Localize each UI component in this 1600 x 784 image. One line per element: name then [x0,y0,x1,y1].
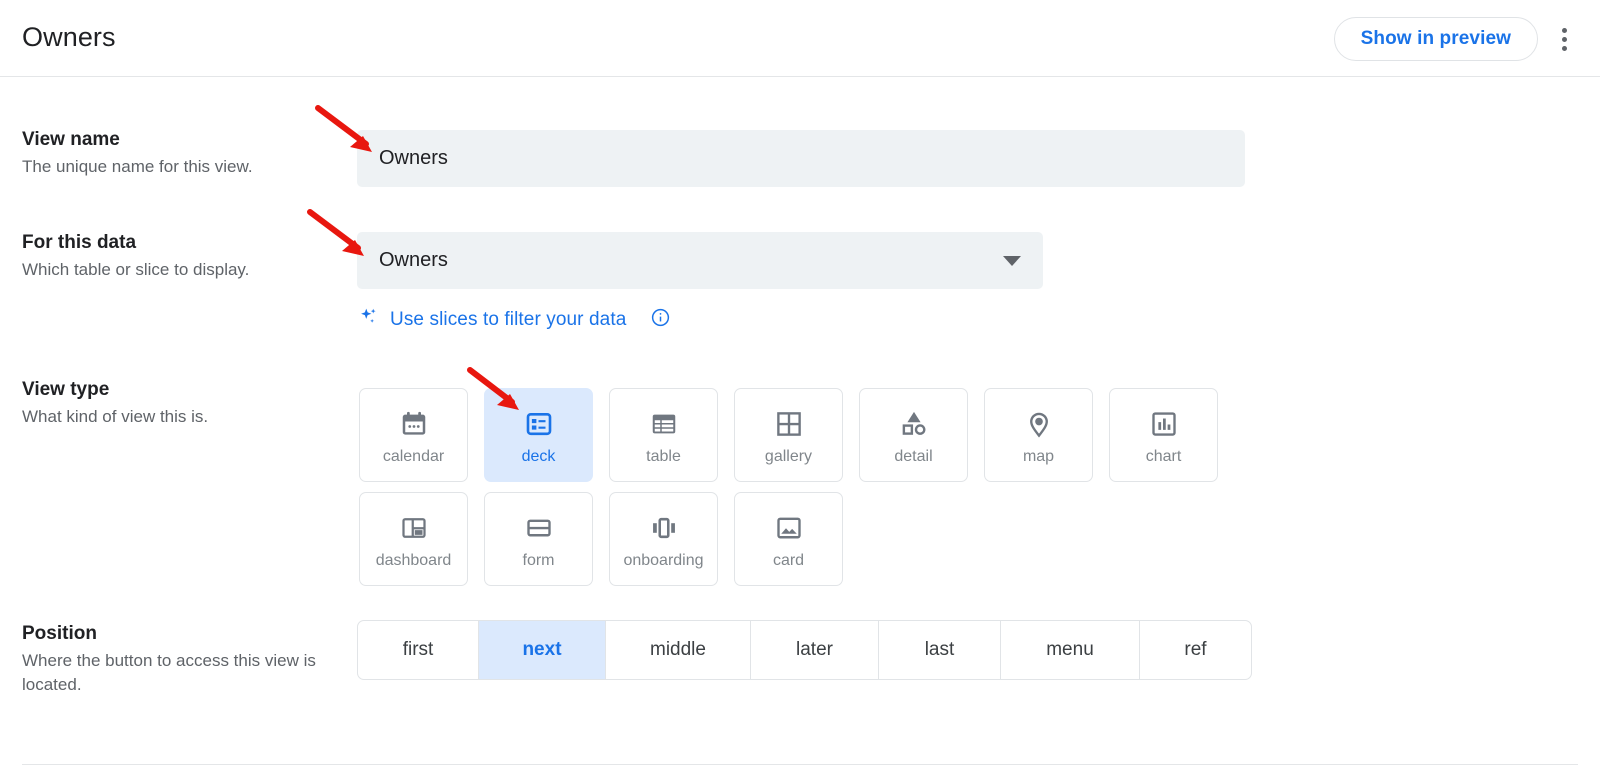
view-type-label: View type [22,378,342,402]
gallery-icon [774,404,804,444]
info-circle-icon[interactable] [650,307,671,334]
position-option-later[interactable]: later [751,621,879,679]
show-in-preview-button[interactable]: Show in preview [1334,17,1538,61]
view-name-label: View name [22,128,342,152]
view-type-label-detail: detail [894,448,932,466]
view-type-tile-deck[interactable]: deck [484,388,593,482]
more-vert-icon[interactable] [1548,20,1580,58]
position-option-middle[interactable]: middle [606,621,751,679]
view-name-label-group: View name The unique name for this view. [22,128,342,179]
view-type-label-chart: chart [1146,448,1182,466]
sparkle-icon [358,306,380,334]
position-segmented-control: first next middle later last menu ref [357,620,1252,680]
position-option-next[interactable]: next [479,621,606,679]
detail-icon [898,404,930,444]
view-type-tile-dashboard[interactable]: dashboard [359,492,468,586]
for-this-data-description: Which table or slice to display. [22,258,342,283]
for-this-data-label-group: For this data Which table or slice to di… [22,231,342,282]
section-divider [22,764,1578,765]
for-this-data-dropdown[interactable]: Owners [357,232,1043,289]
chart-icon [1149,404,1179,444]
view-type-label-group: View type What kind of view this is. [22,378,342,429]
view-type-label-table: table [646,448,681,466]
position-label: Position [22,622,342,646]
view-type-description: What kind of view this is. [22,405,342,430]
view-type-tile-calendar[interactable]: calendar [359,388,468,482]
position-option-last[interactable]: last [879,621,1001,679]
use-slices-label: Use slices to filter your data [390,309,626,331]
for-this-data-label: For this data [22,231,342,255]
page-title: Owners [22,22,116,53]
position-description: Where the button to access this view is … [22,649,342,698]
position-label-group: Position Where the button to access this… [22,622,342,698]
view-type-tile-table[interactable]: table [609,388,718,482]
position-option-first[interactable]: first [358,621,479,679]
view-type-tile-card[interactable]: card [734,492,843,586]
view-type-label-card: card [773,552,804,570]
deck-icon [524,404,554,444]
view-type-label-deck: deck [522,448,556,466]
position-option-ref[interactable]: ref [1140,621,1251,679]
view-type-tile-detail[interactable]: detail [859,388,968,482]
onboarding-icon [648,508,680,548]
chevron-down-icon [1003,256,1021,266]
view-type-label-map: map [1023,448,1054,466]
dashboard-icon [399,508,429,548]
view-type-label-dashboard: dashboard [376,552,452,570]
view-editor-panel: Owners Show in preview View name The uni… [0,0,1600,784]
view-type-label-form: form [523,552,555,570]
view-type-tile-chart[interactable]: chart [1109,388,1218,482]
view-type-tile-map[interactable]: map [984,388,1093,482]
calendar-icon [399,404,429,444]
table-icon [649,404,679,444]
use-slices-link[interactable]: Use slices to filter your data [358,306,671,334]
view-type-label-onboarding: onboarding [623,552,703,570]
panel-header: Owners Show in preview [0,0,1600,77]
card-image-icon [774,508,804,548]
form-icon [524,508,554,548]
view-type-tile-gallery[interactable]: gallery [734,388,843,482]
view-type-tile-form[interactable]: form [484,492,593,586]
view-type-label-gallery: gallery [765,448,812,466]
for-this-data-value: Owners [379,249,448,272]
view-type-tile-onboarding[interactable]: onboarding [609,492,718,586]
position-option-menu[interactable]: menu [1001,621,1140,679]
view-type-label-calendar: calendar [383,448,444,466]
view-name-input[interactable]: Owners [357,130,1245,187]
view-name-description: The unique name for this view. [22,155,342,180]
map-pin-icon [1024,404,1054,444]
